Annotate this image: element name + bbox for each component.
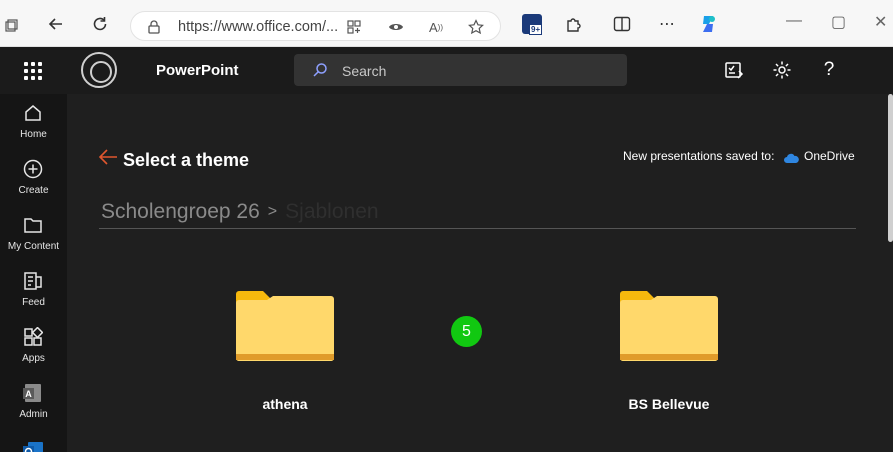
back-arrow-icon[interactable] — [97, 146, 119, 168]
chevron-right-icon: > — [267, 203, 278, 220]
split-screen-icon[interactable] — [610, 12, 634, 36]
search-input[interactable]: Search — [342, 63, 386, 79]
apps-icon — [22, 326, 44, 348]
address-bar[interactable]: https://www.office.com/... A)) — [130, 11, 501, 41]
extension-badge-count: 9+ — [529, 24, 543, 35]
search-box[interactable]: Search — [294, 54, 627, 86]
folder-icon — [620, 291, 718, 361]
rail-label: Feed — [22, 297, 45, 308]
rail-item-apps[interactable]: Apps — [0, 318, 67, 374]
maximize-icon[interactable]: ▢ — [831, 12, 846, 32]
svg-text:A: A — [25, 389, 32, 399]
help-icon[interactable]: ? — [818, 59, 840, 81]
rail-item-outlook[interactable] — [0, 430, 67, 452]
home-icon — [22, 102, 44, 124]
lock-icon[interactable] — [145, 18, 163, 36]
breadcrumb-item[interactable]: Scholengroep 26 — [101, 200, 260, 223]
tab-actions-icon[interactable] — [0, 14, 22, 38]
outlook-icon — [22, 439, 44, 452]
divider — [99, 228, 856, 229]
step-number-badge: 5 — [451, 316, 482, 347]
scrollbar[interactable] — [888, 94, 893, 242]
browser-toolbar: https://www.office.com/... A)) 9+ ⋯ — ▢ … — [0, 0, 893, 47]
office-logo-icon[interactable] — [81, 52, 117, 88]
folder-icon — [22, 214, 44, 236]
left-rail: Home Create My Content Feed Apps A Admin — [0, 94, 67, 452]
feed-icon — [22, 270, 44, 292]
onedrive-cloud-icon — [783, 150, 799, 163]
refresh-icon[interactable] — [88, 12, 112, 36]
rail-item-my-content[interactable]: My Content — [0, 206, 67, 262]
rail-label: Apps — [22, 353, 45, 364]
settings-gear-icon[interactable] — [771, 59, 793, 81]
app-available-icon[interactable] — [345, 18, 363, 36]
folder-tile[interactable]: BS Bellevue — [614, 290, 724, 430]
close-window-icon[interactable]: ✕ — [874, 12, 887, 32]
folder-name[interactable]: athena — [190, 396, 380, 412]
rail-label: Create — [18, 185, 49, 196]
my-day-icon[interactable] — [723, 59, 745, 81]
read-aloud-icon[interactable]: A)) — [427, 18, 445, 36]
minimize-icon[interactable]: — — [786, 12, 802, 30]
more-options-icon[interactable]: ⋯ — [655, 12, 679, 36]
app-launcher-waffle-icon[interactable] — [24, 62, 42, 80]
folder-tile[interactable]: athena — [230, 290, 340, 430]
rail-item-create[interactable]: Create — [0, 150, 67, 206]
breadcrumb: Scholengroep 26 > Sjablonen — [101, 200, 379, 224]
breadcrumb-current: Sjablonen — [285, 200, 379, 223]
favorite-star-icon[interactable] — [467, 18, 485, 36]
folder-name[interactable]: BS Bellevue — [574, 396, 764, 412]
folder-icon — [236, 291, 334, 361]
extension-badge-icon[interactable]: 9+ — [520, 12, 544, 36]
rail-item-home[interactable]: Home — [0, 94, 67, 150]
admin-icon: A — [22, 382, 44, 404]
rail-item-admin[interactable]: A Admin — [0, 374, 67, 430]
page-title: Select a theme — [123, 150, 250, 170]
back-icon[interactable] — [44, 12, 68, 36]
tracking-eye-icon[interactable] — [387, 18, 405, 36]
url-text[interactable]: https://www.office.com/... — [178, 19, 338, 35]
rail-label: Home — [20, 129, 47, 140]
extensions-puzzle-icon[interactable] — [562, 12, 586, 36]
rail-item-feed[interactable]: Feed — [0, 262, 67, 318]
rail-label: My Content — [7, 241, 60, 252]
save-location-link[interactable]: OneDrive — [804, 149, 855, 163]
rail-label: Admin — [19, 409, 48, 420]
app-header: PowerPoint Search ? — [0, 47, 893, 94]
copilot-icon[interactable] — [696, 12, 720, 36]
plus-circle-icon — [22, 158, 44, 180]
app-name[interactable]: PowerPoint — [156, 62, 239, 79]
search-icon — [313, 63, 327, 77]
main-content: Select a theme New presentations saved t… — [67, 94, 889, 452]
save-location-label: New presentations saved to: — [623, 149, 775, 163]
